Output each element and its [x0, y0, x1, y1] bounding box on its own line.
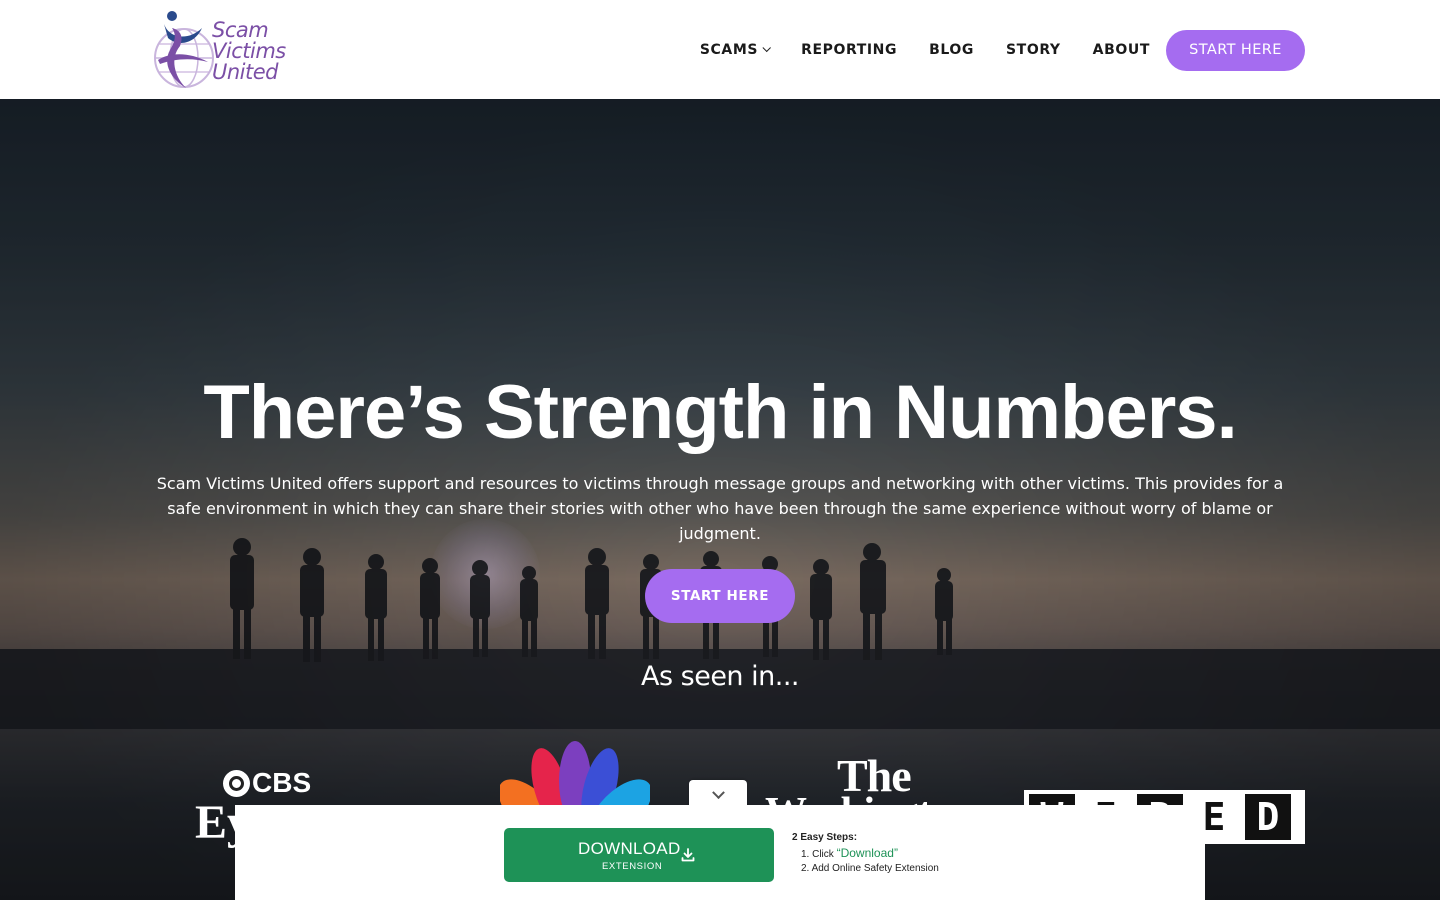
nav-item-label: BLOG [929, 42, 974, 58]
cbs-logo-text: CBS [252, 767, 312, 798]
site-header: Scam Victims United SCAMS REPORTING BLOG… [0, 0, 1440, 99]
cbs-eye-icon [223, 769, 250, 797]
download-label: DOWNLOAD [578, 839, 681, 858]
step-1: 1. Click “Download” [801, 846, 939, 860]
extension-banner: DOWNLOAD EXTENSION 2 Easy Steps: 1. Clic… [235, 805, 1205, 900]
nav-item-reporting[interactable]: REPORTING [801, 42, 897, 58]
nav-item-label: SCAMS [699, 42, 759, 58]
nav-item-story[interactable]: STORY [1006, 42, 1061, 58]
start-here-nav-button[interactable]: START HERE [1166, 29, 1305, 71]
hero-title: There’s Strength in Numbers. [203, 370, 1237, 455]
nav-item-label: REPORTING [801, 42, 898, 58]
as-seen-in-heading: As seen in... [641, 661, 799, 692]
nav-item-label: STORY [1005, 42, 1061, 58]
chevron-down-icon [762, 43, 772, 53]
main-nav: SCAMS REPORTING BLOG STORY ABOUT START H… [700, 29, 1305, 71]
hero-subtitle: Scam Victims United offers support and r… [156, 474, 1284, 543]
logo-text-line: United [212, 60, 278, 84]
nav-item-scams[interactable]: SCAMS [699, 42, 772, 58]
step-1-prefix: 1. Click [801, 849, 834, 860]
logo-text-line: Victims [212, 39, 286, 63]
download-extension-button[interactable]: DOWNLOAD EXTENSION [504, 828, 774, 882]
nav-item-label: ABOUT [1092, 42, 1150, 58]
download-icon [681, 848, 695, 862]
site-logo[interactable]: Scam Victims United [150, 6, 310, 94]
logo-mark-icon [154, 11, 214, 88]
step-2: 2. Add Online Safety Extension [801, 863, 939, 874]
steps-title: 2 Easy Steps: [792, 832, 858, 843]
nav-item-about[interactable]: ABOUT [1093, 42, 1150, 58]
start-here-hero-button[interactable]: START HERE [645, 569, 795, 623]
step-1-highlight: “Download” [836, 846, 898, 860]
nav-item-blog[interactable]: BLOG [929, 42, 974, 58]
wired-letter: D [1245, 794, 1291, 840]
chevron-down-icon [711, 785, 725, 799]
logo-text-line: Scam [212, 18, 269, 42]
install-steps: 2 Easy Steps: 1. Click “Download” 2. Add… [792, 832, 939, 874]
logo-text: Scam Victims United [212, 20, 286, 83]
download-sublabel: EXTENSION [602, 861, 663, 872]
